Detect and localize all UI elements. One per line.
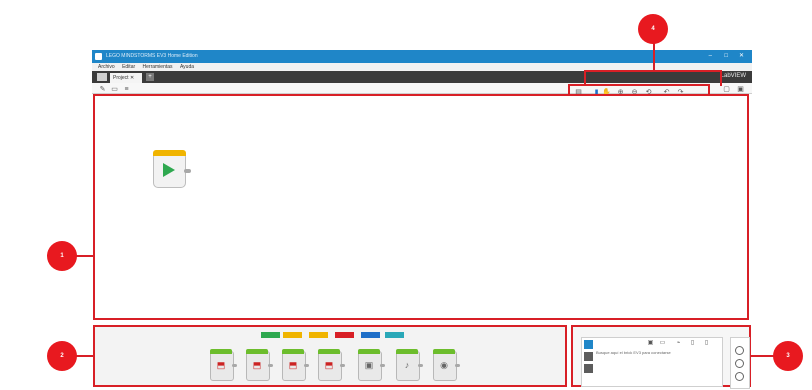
download-button[interactable] [735,346,744,355]
close-button[interactable]: ✕ [739,50,744,63]
menu-item-tools[interactable]: Herramientas [143,64,173,70]
menu-item-file[interactable]: Archivo [98,64,115,70]
palette-block-move-tank[interactable]: ⬒ [318,349,345,381]
callout-4-bracket-right [720,70,722,86]
palette-tab-advanced[interactable] [361,332,380,338]
callout-4-bracket [584,70,722,72]
hardware-page: ▣ ▭ ⌁ ▯ ▯ Busque aquí el brick EV3 para … [571,325,751,389]
callout-2-leader [75,355,95,357]
available-bricks-tab[interactable] [584,364,593,373]
callout-1: 1 [47,241,77,271]
palette-block-sound[interactable]: ♪ [396,349,423,381]
palette-block-display[interactable]: ▣ [358,349,385,381]
callout-1-leader [75,255,95,257]
lobby-home-icon[interactable] [97,73,107,81]
play-icon [163,163,175,177]
start-block-cap [153,150,186,156]
run-selected-button[interactable] [735,372,744,381]
minimize-button[interactable]: – [709,50,712,63]
palette-tab-myblocks[interactable] [385,332,404,338]
port-view-tab[interactable] [584,352,593,361]
wifi-icon[interactable]: ▯ [702,339,711,348]
callout-4-bracket-left [584,70,586,86]
brand-label: LabVIEW [720,73,746,79]
list-icon[interactable]: ≡ [122,85,131,94]
programming-canvas[interactable] [93,94,749,320]
callout-2: 2 [47,341,77,371]
hardware-status-text: Busque aquí el brick EV3 para conectarse [596,350,671,355]
maximize-button[interactable]: □ [724,50,728,63]
light-icon: ◉ [440,360,448,370]
sound-icon: ♪ [404,360,410,370]
start-block[interactable] [153,150,191,188]
palette-tab-action[interactable] [261,332,280,338]
window-title: LEGO MINDSTORMS EV3 Home Edition [106,53,198,59]
page-icon[interactable]: ▭ [110,85,119,94]
tank-icon: ⬒ [324,360,334,370]
download-and-run-button[interactable] [735,359,744,368]
hardware-page-content: ▣ ▭ ⌁ ▯ ▯ Busque aquí el brick EV3 para … [581,337,723,387]
add-tab-button[interactable]: + [146,73,154,81]
app-logo-icon [95,53,102,60]
dock-icon[interactable]: ▣ [736,85,745,94]
programming-palette: ⬒ ⬒ ⬒ ⬒ ▣ ♪ ◉ [93,325,567,387]
palette-block-brick-status-light[interactable]: ◉ [433,349,460,381]
callout-4: 4 [638,14,668,44]
refresh-icon[interactable]: ▣ [646,339,655,348]
pencil-icon[interactable]: ✎ [98,85,107,94]
palette-block-move-steering[interactable]: ⬒ [282,349,309,381]
sequence-plug-icon[interactable] [184,169,191,173]
steering-icon: ⬒ [288,360,298,370]
palette-tab-sensor[interactable] [309,332,328,338]
menu-item-help[interactable]: Ayuda [180,64,194,70]
brick-info-tab[interactable] [584,340,593,349]
controller-buttons [730,337,750,389]
tab-bar: Project ✕ + LabVIEW [92,71,752,83]
tab-project[interactable]: Project ✕ [110,73,142,83]
settings-icon[interactable]: ▭ [658,339,667,348]
motor-icon: ⬒ [216,360,226,370]
palette-tab-data[interactable] [335,332,354,338]
callout-3: 3 [773,341,803,371]
window-layout-icon[interactable]: ▢ [722,85,731,94]
motor-icon: ⬒ [252,360,262,370]
palette-block-medium-motor[interactable]: ⬒ [210,349,237,381]
palette-block-large-motor[interactable]: ⬒ [246,349,273,381]
display-icon: ▣ [364,360,374,370]
bluetooth-icon[interactable]: ⌁ [674,339,683,348]
menu-item-edit[interactable]: Editar [122,64,135,70]
usb-icon[interactable]: ▯ [688,339,697,348]
palette-tab-flow[interactable] [283,332,302,338]
